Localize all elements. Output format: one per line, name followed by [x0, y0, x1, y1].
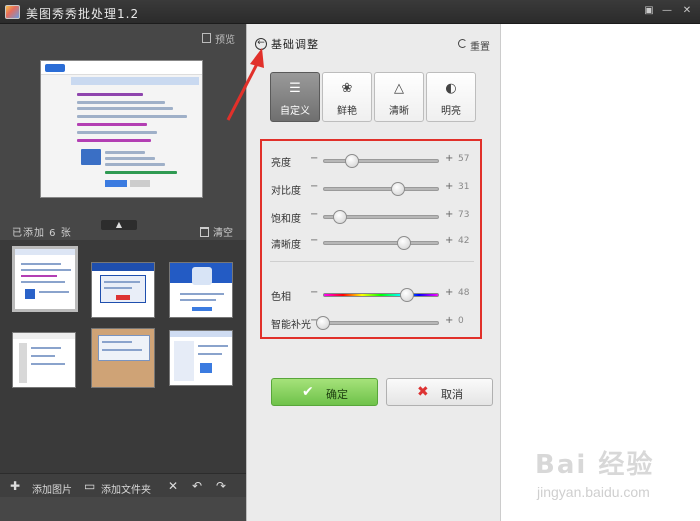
thumbnail-1[interactable]: [12, 246, 78, 312]
skin-icon[interactable]: ▣: [640, 3, 658, 19]
undo-button[interactable]: ↶: [192, 479, 202, 493]
image-count-label: 已添加 6 张: [12, 228, 72, 239]
mode-label: 鲜艳: [337, 106, 357, 117]
add-folder-button[interactable]: 添加文件夹: [101, 481, 151, 496]
decrease-button[interactable]: −: [310, 153, 318, 164]
slider-knob[interactable]: [316, 316, 330, 330]
close-button[interactable]: ✕: [678, 3, 696, 19]
increase-button[interactable]: +: [445, 287, 453, 298]
mode-label: 清晰: [389, 106, 409, 117]
check-icon: ✔: [302, 384, 314, 400]
mode-vivid[interactable]: ❀ 鲜艳: [322, 72, 372, 122]
slider-hue: 色相 − + 48: [262, 285, 480, 305]
slider-value: 31: [458, 182, 470, 192]
slider-brightness: 亮度 − + 57: [262, 151, 480, 171]
preview-label[interactable]: 预览: [215, 31, 235, 46]
plus-icon: ✚: [10, 479, 21, 493]
flower-icon: ❀: [341, 81, 353, 96]
slider-contrast: 对比度 − + 31: [262, 179, 480, 199]
redo-button[interactable]: ↷: [216, 479, 226, 493]
thumbnail-4[interactable]: [12, 332, 76, 388]
x-icon: ✖: [417, 384, 429, 400]
left-pane: 预览 ▲ 已添加 6 张 清空 ✚ 添加图片 ▭ 添加文件夹 ✕ ↶ ↷: [0, 24, 246, 521]
app-icon: [5, 5, 20, 19]
mode-sharp[interactable]: △ 清晰: [374, 72, 424, 122]
app-title: 美图秀秀批处理1.2: [26, 7, 140, 21]
slider-track[interactable]: [323, 321, 439, 325]
canvas-area: Bai 经验 jingyan.baidu.com: [500, 24, 700, 521]
slider-knob[interactable]: [333, 210, 348, 224]
decrease-button[interactable]: −: [310, 287, 318, 298]
slider-label: 饱和度: [271, 214, 301, 225]
triangle-icon: △: [394, 81, 404, 96]
increase-button[interactable]: +: [445, 235, 453, 246]
slider-label: 色相: [271, 292, 291, 303]
slider-value: 73: [458, 210, 470, 220]
increase-button[interactable]: +: [445, 181, 453, 192]
slider-label: 清晰度: [271, 240, 301, 251]
slider-knob[interactable]: [345, 154, 359, 168]
increase-button[interactable]: +: [445, 315, 453, 326]
reset-button[interactable]: 重置: [470, 38, 490, 53]
cancel-button[interactable]: ✖ 取消: [386, 378, 493, 406]
image-preview: [40, 60, 203, 198]
slider-knob[interactable]: [391, 182, 406, 196]
confirm-button[interactable]: ✔ 确定: [271, 378, 378, 406]
minimize-button[interactable]: —: [658, 3, 676, 19]
slider-knob[interactable]: [399, 288, 414, 302]
slider-value: 48: [458, 288, 470, 298]
slider-track[interactable]: [323, 159, 439, 163]
folder-icon: ▭: [84, 479, 96, 493]
panel-title: 基础调整: [271, 38, 319, 51]
add-image-button[interactable]: 添加图片: [32, 481, 72, 496]
slider-value: 0: [458, 316, 464, 326]
thumbnail-6[interactable]: [169, 330, 233, 386]
slider-saturation: 饱和度 − + 73: [262, 207, 480, 227]
contrast-icon: ◐: [445, 81, 457, 96]
remove-button[interactable]: ✕: [168, 479, 178, 493]
collapse-preview-button[interactable]: ▲: [101, 220, 137, 230]
sliders-icon: ☰: [289, 81, 301, 96]
trash-icon[interactable]: [200, 227, 209, 237]
divider: [270, 261, 474, 262]
slider-track[interactable]: [323, 187, 439, 191]
cancel-label: 取消: [441, 388, 463, 401]
preview-icon[interactable]: [202, 33, 211, 43]
mode-bright[interactable]: ◐ 明亮: [426, 72, 476, 122]
slider-label: 亮度: [271, 158, 291, 169]
thumbnail-3[interactable]: [169, 262, 233, 318]
mode-label: 明亮: [441, 106, 461, 117]
decrease-button[interactable]: −: [310, 235, 318, 246]
increase-button[interactable]: +: [445, 209, 453, 220]
mode-custom[interactable]: ☰ 自定义: [270, 72, 320, 122]
slider-knob[interactable]: [397, 236, 412, 250]
title-bar: 美图秀秀批处理1.2 ▣ — ✕: [0, 0, 700, 24]
slider-group: 亮度 − + 57 对比度 − + 31 饱和度 − + 73 清晰度 − + …: [260, 139, 482, 339]
slider-value: 57: [458, 154, 470, 164]
thumbnail-2[interactable]: [91, 262, 155, 318]
slider-label: 对比度: [271, 186, 301, 197]
thumbnail-list: [0, 240, 246, 478]
slider-smart-fill-light: 智能补光 − + 0: [262, 313, 480, 333]
thumbnail-5[interactable]: [91, 328, 155, 388]
decrease-button[interactable]: −: [310, 209, 318, 220]
back-icon[interactable]: ←: [255, 38, 267, 50]
watermark-logo: Bai 经验: [535, 450, 655, 480]
watermark-url: jingyan.baidu.com: [537, 484, 650, 500]
slider-clarity: 清晰度 − + 42: [262, 233, 480, 253]
slider-value: 42: [458, 236, 470, 246]
slider-track[interactable]: [323, 241, 439, 245]
confirm-label: 确定: [326, 388, 348, 401]
increase-button[interactable]: +: [445, 153, 453, 164]
slider-label: 智能补光: [271, 320, 311, 331]
mode-label: 自定义: [280, 106, 310, 117]
slider-track[interactable]: [323, 293, 439, 297]
reset-icon[interactable]: [458, 39, 467, 48]
clear-button[interactable]: 清空: [213, 224, 233, 239]
adjust-panel: ← 基础调整 重置 ☰ 自定义 ❀ 鲜艳 △ 清晰 ◐ 明亮 亮度 − + 57…: [246, 24, 500, 521]
bottom-toolbar: ✚ 添加图片 ▭ 添加文件夹 ✕ ↶ ↷: [0, 473, 246, 497]
decrease-button[interactable]: −: [310, 181, 318, 192]
